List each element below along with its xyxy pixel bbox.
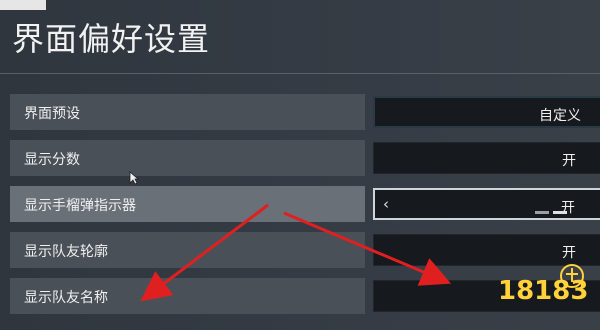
arrow-left — [140, 203, 269, 302]
watermark-text: 18183 — [498, 276, 589, 306]
arrow-right — [283, 211, 452, 286]
